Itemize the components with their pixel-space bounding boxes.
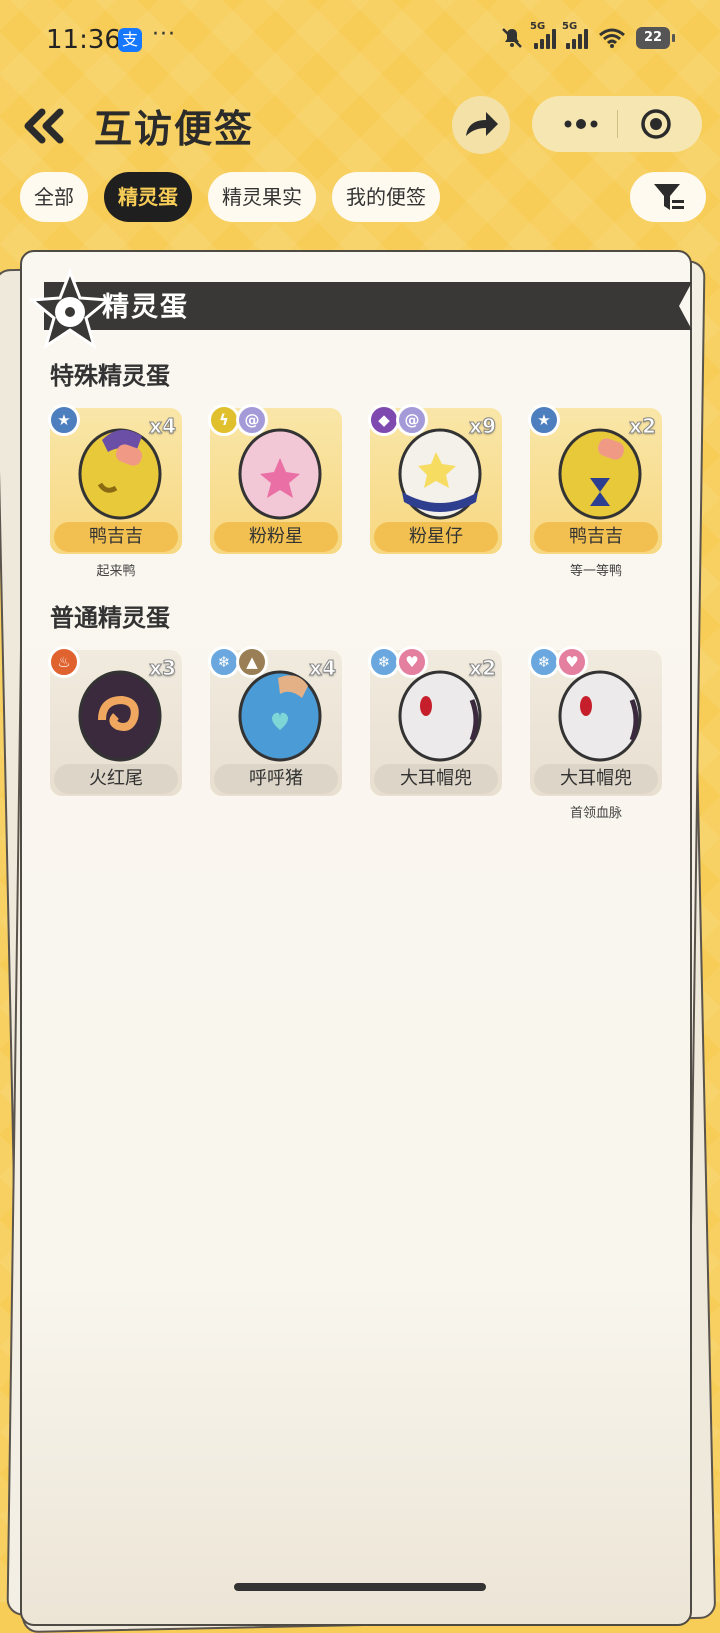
egg-variant: 等一等鸭 [569,564,622,579]
banner-title: 精灵蛋 [102,292,189,323]
egg-count: x9 [469,414,497,439]
network-type-1: 5G [530,21,546,32]
star-badge-icon [28,268,112,350]
egg-variant: 起来鸭 [96,564,136,579]
egg-count: x2 [629,414,657,439]
more-dots-icon[interactable] [556,104,606,144]
ground-type-icon: ▲ [236,646,268,678]
egg-name: 粉粉星 [214,522,338,552]
status-time: 11:36 [46,25,121,55]
egg-name: 呼呼猪 [214,764,338,794]
alipay-icon: 支 [118,28,142,52]
egg-count: x2 [469,656,497,681]
close-miniapp-icon[interactable] [636,106,676,142]
page-title: 互访便签 [94,107,255,151]
tab-my-notes[interactable]: 我的便签 [332,172,440,222]
egg-name: 大耳帽兜 [534,764,658,794]
tab-spirit-eggs[interactable]: 精灵蛋 [104,172,192,222]
egg-name: 鸭吉吉 [54,522,178,552]
psychic-spiral-type-icon: @ [236,404,268,436]
egg-name: 火红尾 [54,764,178,794]
fire-type-icon: ♨ [48,646,80,678]
tab-bar: 全部 精灵蛋 精灵果实 我的便签 [20,172,440,222]
status-bar: 11:36 支 ··· 5G 5G 22 [0,0,720,80]
status-more-icon: ··· [152,22,176,47]
back-double-chevron-icon[interactable] [22,108,68,144]
filter-button[interactable] [630,172,706,222]
miniapp-capsule [532,96,702,152]
battery-icon: 22 [636,27,675,49]
network-type-2: 5G [562,21,578,32]
normal-eggs-title: 普通精灵蛋 [50,604,170,632]
mute-bell-icon [502,28,522,48]
tab-all[interactable]: 全部 [20,172,88,222]
egg-count: x3 [149,656,177,681]
filter-icon [654,184,684,210]
star-type-icon: ★ [528,404,560,436]
star-type-icon: ★ [48,404,80,436]
special-eggs-title: 特殊精灵蛋 [50,362,170,390]
share-arrow-icon [466,112,498,136]
egg-count: x4 [149,414,177,439]
cute-heart-type-icon: ♥ [396,646,428,678]
egg-name: 粉星仔 [374,522,498,552]
egg-name: 大耳帽兜 [374,764,498,794]
tab-spirit-fruits[interactable]: 精灵果实 [208,172,316,222]
home-indicator[interactable] [234,1583,486,1591]
capsule-divider [617,110,618,138]
psychic-spiral-type-icon: @ [396,404,428,436]
egg-variant: 首领血脉 [569,806,622,821]
cute-heart-type-icon: ♥ [556,646,588,678]
egg-count: x4 [309,656,337,681]
egg-name: 鸭吉吉 [534,522,658,552]
share-button[interactable] [452,96,510,154]
signal-icon-1: 5G [530,21,556,49]
wifi-icon [599,28,625,48]
signal-icon-2: 5G [562,21,588,49]
